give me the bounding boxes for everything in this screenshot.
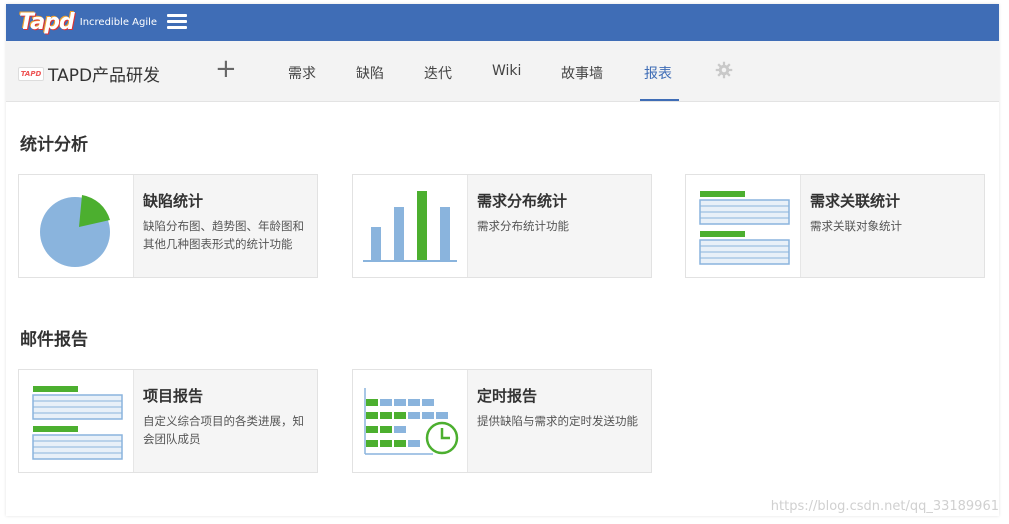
tapd-logo[interactable]: Tapd Incredible Agile: [19, 9, 157, 36]
section-title-email-reports: 邮件报告: [20, 330, 88, 350]
project-name[interactable]: TAPD产品研发: [48, 61, 160, 86]
card-title: 需求关联统计: [810, 192, 901, 210]
card-title: 缺陷统计: [143, 192, 204, 210]
nav-item-bugs[interactable]: 缺陷: [356, 63, 384, 83]
watermark: https://blog.csdn.net/qq_33189961: [770, 499, 999, 514]
card-requirement-association[interactable]: 需求关联统计 需求关联对象统计: [685, 174, 985, 278]
card-thumbnail: [353, 370, 468, 472]
card-title: 项目报告: [143, 387, 204, 405]
nav-item-wiki[interactable]: Wiki: [492, 63, 521, 79]
nav-item-iterations[interactable]: 迭代: [424, 63, 452, 83]
nav-item-story-wall[interactable]: 故事墙: [561, 63, 603, 83]
top-bar: Tapd Incredible Agile: [6, 4, 999, 41]
card-thumbnail: [19, 175, 134, 277]
hamburger-icon[interactable]: [167, 13, 187, 31]
logo-tagline: Incredible Agile: [79, 17, 158, 28]
nav-item-reports[interactable]: 报表: [644, 63, 672, 83]
report-table-icon: [32, 386, 123, 460]
card-requirement-distribution[interactable]: 需求分布统计 需求分布统计功能: [352, 174, 652, 278]
card-description: 自定义综合项目的各类进展，知会团队成员: [143, 414, 304, 446]
logo-text: Tapd: [19, 10, 75, 35]
card-thumbnail: [686, 175, 801, 277]
scheduled-report-icon: [364, 388, 459, 455]
project-nav-bar: TAPD TAPD产品研发 + 需求 缺陷 迭代 Wiki 故事墙 报表: [6, 41, 999, 102]
card-description: 提供缺陷与需求的定时发送功能: [477, 414, 638, 428]
card-title: 定时报告: [477, 387, 538, 405]
app-window: Tapd Incredible Agile TAPD TAPD产品研发 + 需求…: [6, 4, 999, 516]
card-scheduled-report[interactable]: 定时报告 提供缺陷与需求的定时发送功能: [352, 369, 652, 473]
active-tab-indicator: [640, 99, 679, 101]
plus-icon[interactable]: +: [215, 56, 237, 82]
linked-table-icon: [699, 191, 790, 265]
project-logo: TAPD: [18, 67, 44, 81]
card-thumbnail: [353, 175, 468, 277]
card-title: 需求分布统计: [477, 192, 568, 210]
card-project-report[interactable]: 项目报告 自定义综合项目的各类进展，知会团队成员: [18, 369, 318, 473]
card-bug-statistics[interactable]: 缺陷统计 缺陷分布图、趋势图、年龄图和其他几种图表形式的统计功能: [18, 174, 318, 278]
card-description: 需求关联对象统计: [810, 219, 902, 233]
gear-icon[interactable]: [715, 61, 733, 79]
bar-chart-icon: [363, 191, 457, 262]
nav-item-requirements[interactable]: 需求: [288, 63, 316, 83]
section-title-statistics: 统计分析: [20, 135, 88, 155]
card-description: 缺陷分布图、趋势图、年龄图和其他几种图表形式的统计功能: [143, 219, 304, 251]
pie-chart-icon: [40, 195, 110, 267]
card-description: 需求分布统计功能: [477, 219, 569, 233]
card-thumbnail: [19, 370, 134, 472]
